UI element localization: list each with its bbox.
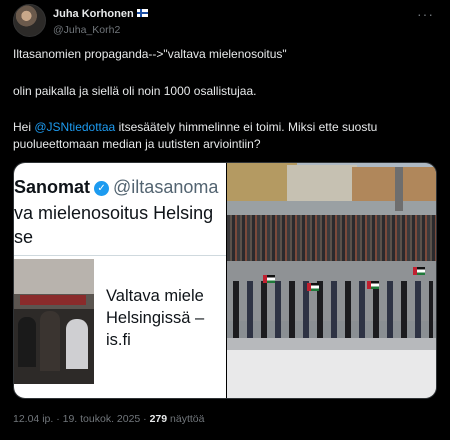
tweet-text-line-3: Hei @JSNtiedottaa itsesäätely himmelinne… (13, 119, 433, 136)
author-handle[interactable]: @Juha_Korh2 (53, 24, 120, 36)
flag-shape (413, 267, 425, 275)
demonstration-photo[interactable] (227, 163, 436, 398)
flag-shape (263, 275, 275, 283)
banner-shape (20, 295, 86, 305)
avatar[interactable] (13, 4, 46, 37)
tweet-text-line-1: Iltasanomien propaganda-->"valtava miele… (13, 47, 287, 61)
embedded-post-line-2: se (14, 227, 34, 247)
person-shape (40, 311, 60, 371)
tweet-media[interactable]: Sanomat ✓ @iltasanoma va mielenosoitus Hel… (13, 162, 437, 399)
author-name-line[interactable]: Juha Korhonen (53, 8, 148, 20)
tweet-text-line-4: puolueettomaan median ja uutisten arvioi… (13, 137, 261, 151)
person-shape (18, 317, 36, 367)
views-count: 279 (149, 413, 168, 425)
embedded-screenshot-image[interactable]: Sanomat ✓ @iltasanoma va mielenosoitus Hel… (14, 163, 226, 398)
author-name[interactable]: Juha Korhonen (53, 8, 134, 20)
finland-flag-icon (136, 9, 148, 17)
tweet-meta: 12.04 ip. · 19. toukok. 2025 · 279 näytt… (13, 413, 205, 425)
timestamp[interactable]: 12.04 ip. · 19. toukok. 2025 · (13, 413, 150, 425)
link-card-title-line-1: Valtava miele (106, 287, 204, 305)
link-card-title-line-2: Helsingissä – (106, 309, 205, 327)
foreground-people (233, 281, 433, 341)
link-card-thumbnail (14, 259, 94, 384)
building (287, 165, 357, 201)
more-options-icon[interactable]: ··· (417, 6, 434, 22)
tweet-text-line-2: olin paikalla ja siellä oli noin 1000 os… (13, 84, 257, 98)
embedded-post-line-1: va mielenosoitus Helsing (14, 203, 214, 223)
mention-link[interactable]: @JSNtiedottaa (34, 120, 115, 134)
flag-shape (307, 283, 319, 291)
views-label: näyttöä (167, 413, 205, 425)
embedded-account-name: Sanomat (14, 177, 91, 197)
link-card-domain: is.fi (106, 331, 131, 349)
divider (14, 255, 226, 256)
text-prefix: Hei (13, 120, 35, 134)
flag-shape (367, 281, 379, 289)
person-shape (66, 319, 88, 369)
link-card-title: Valtava miele Helsingissä – (106, 285, 204, 329)
text-suffix: itsesäätely himmelinne ei toimi. Miksi e… (115, 120, 378, 134)
tweet-header: Juha Korhonen @Juha_Korh2 ··· (13, 4, 438, 40)
verified-badge-icon: ✓ (94, 181, 110, 196)
rooftop (227, 350, 436, 398)
embedded-account-handle: @iltasanoma (113, 177, 219, 197)
obelisk (395, 167, 403, 211)
embedded-account-line: Sanomat ✓ @iltasanoma (14, 177, 218, 198)
